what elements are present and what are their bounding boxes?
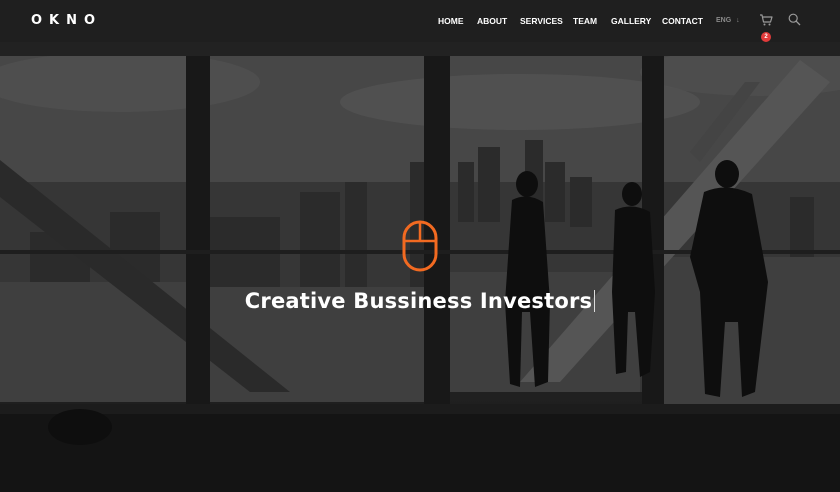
nav-item-team[interactable]: TEAM — [573, 16, 597, 26]
hero-section: Creative Bussiness Investors — [0, 42, 840, 492]
nav-item-services[interactable]: SERVICES — [520, 16, 563, 26]
site-header: OKNO HOME ABOUT SERVICES TEAM GALLERY CO… — [0, 0, 840, 42]
search-icon[interactable] — [788, 13, 801, 26]
hero-title: Creative Bussiness Investors — [0, 289, 840, 313]
cart-count-badge: 2 — [761, 32, 771, 42]
hero-title-text: Creative Bussiness Investors — [244, 289, 593, 313]
shopping-cart-icon[interactable] — [759, 13, 773, 27]
logo[interactable]: OKNO — [31, 13, 102, 28]
nav-item-gallery[interactable]: GALLERY — [611, 16, 651, 26]
nav-item-contact[interactable]: CONTACT — [662, 16, 703, 26]
page: OKNO HOME ABOUT SERVICES TEAM GALLERY CO… — [0, 0, 840, 492]
chevron-down-icon: ↓ — [736, 17, 740, 24]
typing-cursor — [594, 290, 596, 312]
nav-item-home[interactable]: HOME — [438, 16, 464, 26]
nav-item-about[interactable]: ABOUT — [477, 16, 507, 26]
language-label: ENG — [716, 17, 732, 24]
mouse-scroll-icon[interactable] — [402, 220, 438, 272]
language-selector[interactable]: ENG ↓ — [716, 17, 740, 24]
